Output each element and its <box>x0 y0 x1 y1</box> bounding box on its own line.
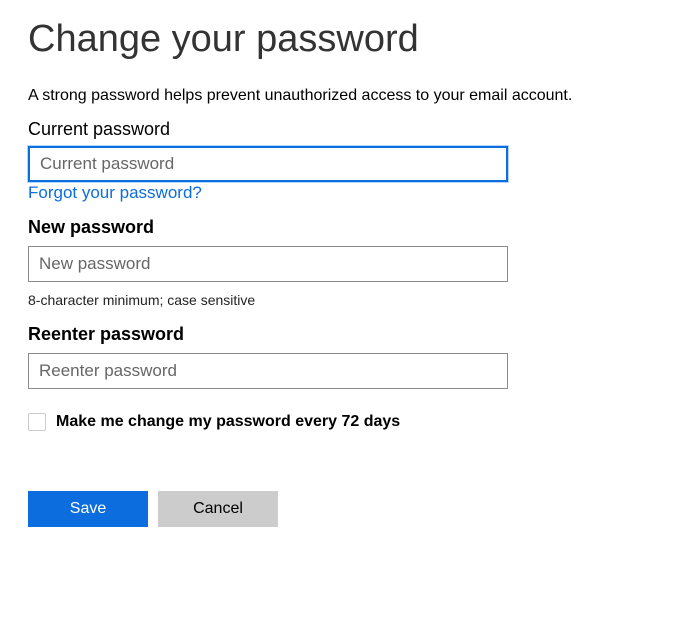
reenter-password-label: Reenter password <box>28 324 652 345</box>
forgot-password-link[interactable]: Forgot your password? <box>28 183 202 203</box>
reenter-password-wrapper <box>28 353 508 389</box>
intro-text: A strong password helps prevent unauthor… <box>28 87 652 105</box>
cancel-button[interactable]: Cancel <box>158 491 278 527</box>
current-password-section: Current password Forgot your password? <box>28 119 652 203</box>
periodic-change-checkbox[interactable] <box>28 413 46 431</box>
current-password-label: Current password <box>28 119 652 140</box>
button-row: Save Cancel <box>28 491 652 527</box>
periodic-change-label: Make me change my password every 72 days <box>56 413 400 431</box>
current-password-wrapper <box>28 146 508 182</box>
page-title: Change your password <box>28 18 652 61</box>
current-password-input[interactable] <box>28 146 508 182</box>
periodic-change-row: Make me change my password every 72 days <box>28 413 652 431</box>
new-password-label: New password <box>28 217 652 238</box>
new-password-section: New password 8-character minimum; case s… <box>28 217 652 308</box>
new-password-input[interactable] <box>28 246 508 282</box>
new-password-wrapper <box>28 246 508 282</box>
reenter-password-section: Reenter password <box>28 324 652 389</box>
reenter-password-input[interactable] <box>28 353 508 389</box>
save-button[interactable]: Save <box>28 491 148 527</box>
password-hint: 8-character minimum; case sensitive <box>28 292 652 308</box>
